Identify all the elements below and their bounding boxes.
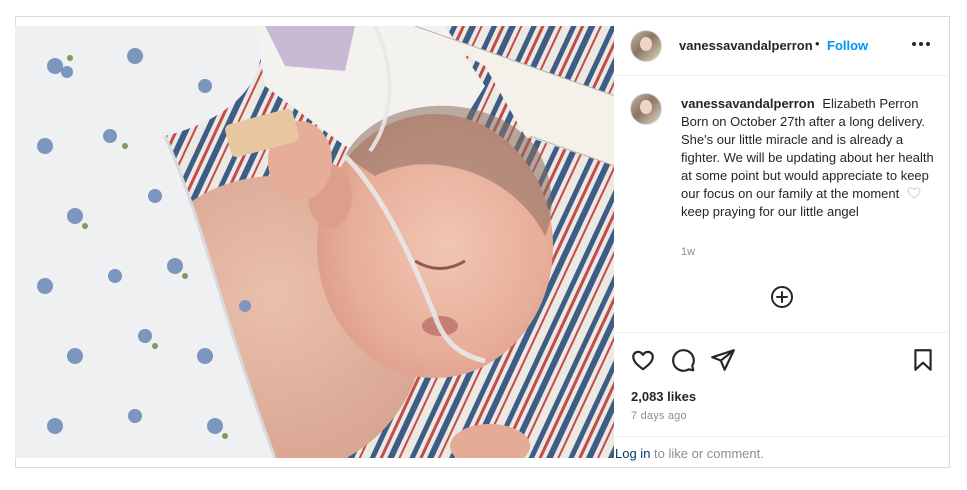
paper-plane-icon[interactable] (710, 347, 736, 373)
caption-text: vanessavandalperron Elizabeth Perron Bor… (681, 95, 937, 221)
post-actions: 2,083 likes 7 days ago (615, 332, 949, 436)
caption-body-end: keep praying for our little angel (681, 204, 859, 219)
plus-circle-icon[interactable] (770, 285, 794, 309)
caption-body: Elizabeth Perron Born on October 27th af… (681, 96, 934, 201)
caption-time: 1w (681, 246, 696, 258)
bookmark-icon[interactable] (910, 347, 936, 373)
post-side-panel: vanessavandalperron • Follow vanessavand… (615, 16, 950, 468)
more-dot (912, 42, 916, 46)
more-options-icon[interactable] (909, 34, 933, 54)
more-dot (919, 42, 923, 46)
follow-button[interactable]: Follow (827, 38, 868, 53)
login-rest-text: to like or comment. (654, 446, 764, 461)
comment-bubble-icon[interactable] (670, 347, 696, 373)
login-prompt-text: Log in to like or comment. (615, 446, 764, 461)
post-header: vanessavandalperron • Follow (615, 16, 949, 76)
author-avatar[interactable] (630, 30, 662, 62)
header-separator: • (815, 36, 820, 51)
caption-username[interactable]: vanessavandalperron (681, 96, 815, 111)
caption-avatar[interactable] (630, 93, 662, 125)
white-heart-emoji-icon (906, 186, 922, 199)
more-dot (926, 42, 930, 46)
heart-icon[interactable] (630, 347, 656, 373)
caption-area: vanessavandalperron Elizabeth Perron Bor… (615, 77, 949, 332)
author-username[interactable]: vanessavandalperron (679, 38, 813, 53)
baby-photo-illustration (15, 26, 614, 458)
login-prompt: Log in to like or comment. (615, 436, 949, 468)
post-photo[interactable] (15, 26, 614, 458)
posted-time: 7 days ago (631, 410, 687, 422)
login-link[interactable]: Log in (615, 446, 650, 461)
likes-count[interactable]: 2,083 likes (631, 389, 696, 404)
